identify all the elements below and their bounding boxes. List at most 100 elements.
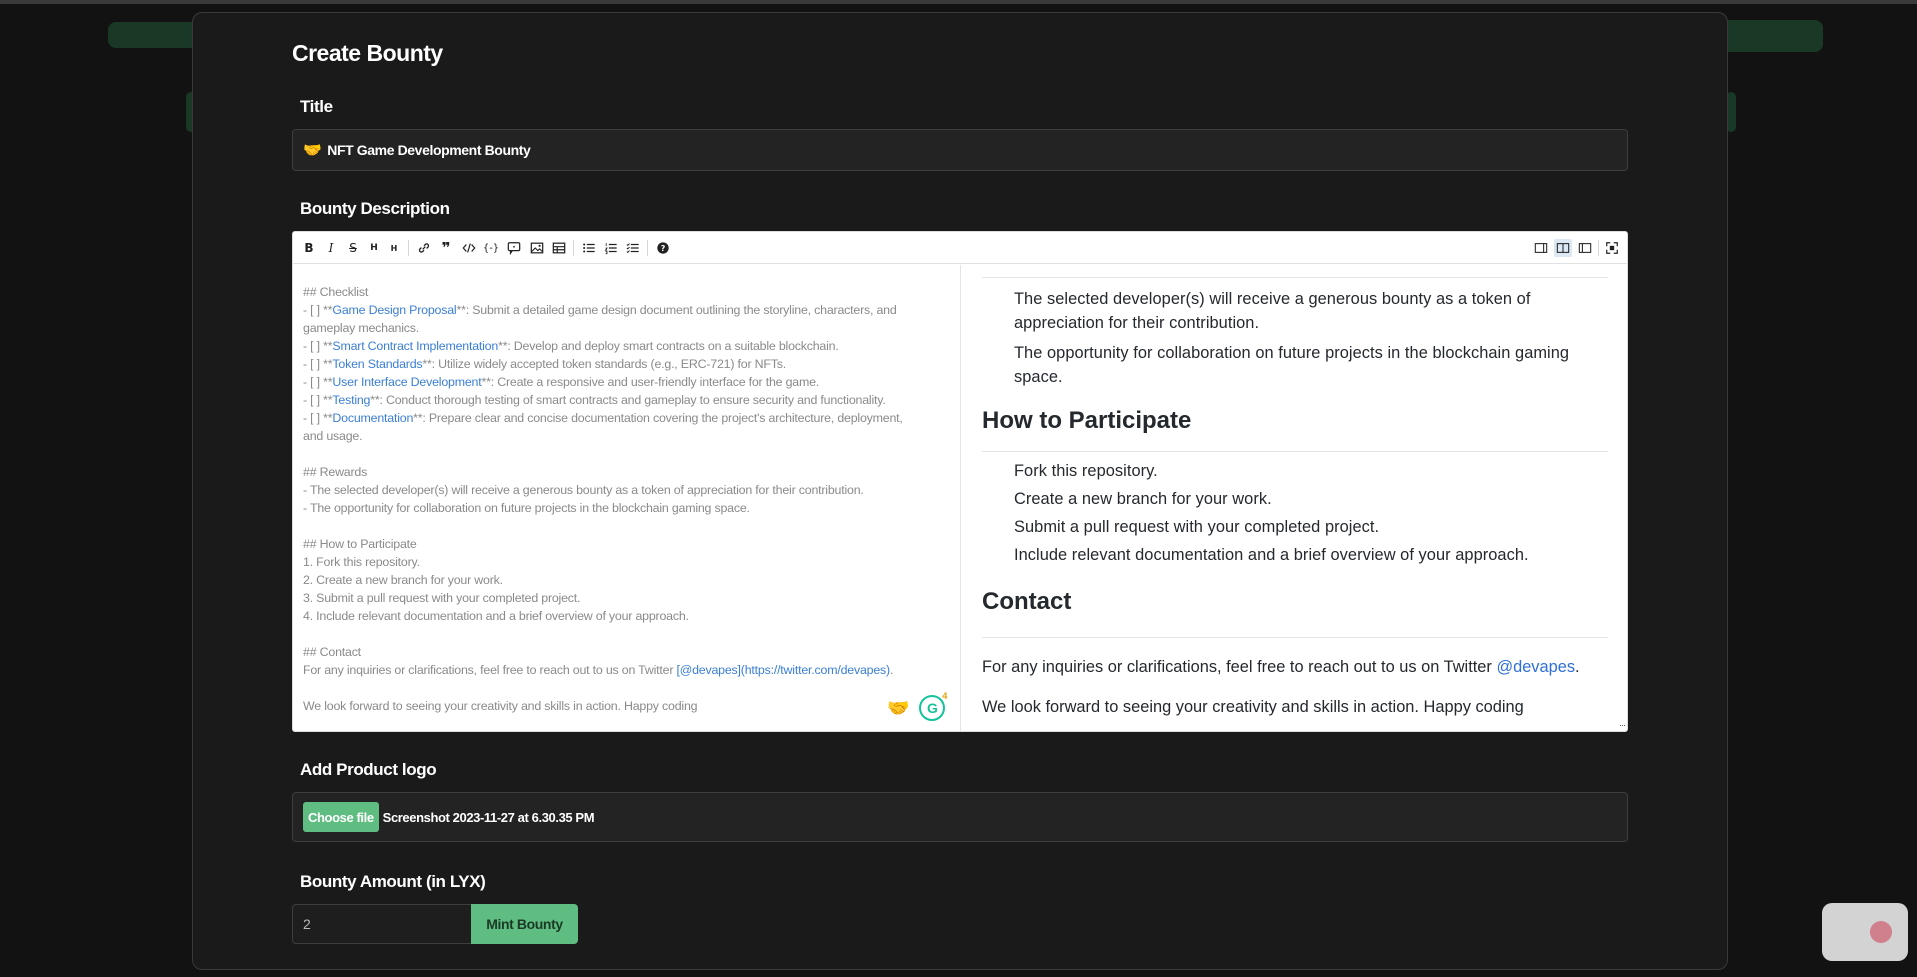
preview-heading-contact: Contact (982, 588, 1072, 615)
markdown-line: 4. Include relevant documentation and a … (303, 607, 950, 625)
preview-heading-how-to-participate: How to Participate (982, 407, 1192, 434)
markdown-text: ## How to Participate (303, 537, 417, 551)
preview-list-item: Fork this repository. (1014, 462, 1158, 480)
markdown-text: - [ ] ** (303, 411, 333, 425)
logo-label: Add Product logo (300, 760, 437, 779)
markdown-text: **: Develop and deploy smart contracts o… (498, 339, 839, 353)
markdown-link-text: [@devapes](https://twitter.com/devapes) (676, 663, 890, 677)
markdown-line: 3. Submit a pull request with your compl… (303, 589, 950, 607)
preview-contact-paragraph: For any inquiries or clarifications, fee… (982, 655, 1580, 679)
preview-contact-text: For any inquiries or clarifications, fee… (982, 658, 1497, 676)
markdown-source-pane[interactable]: ## Checklist - [ ] **Game Design Proposal… (293, 265, 961, 731)
markdown-line: ## Contact (303, 643, 950, 661)
markdown-line (303, 445, 950, 463)
markdown-text: - [ ] ** (303, 339, 333, 353)
link-icon[interactable] (415, 239, 433, 257)
markdown-line: 1. Fork this repository. (303, 553, 950, 571)
grammarly-icon[interactable]: G4 (919, 691, 947, 721)
markdown-text: ## Rewards (303, 465, 368, 479)
backdrop-topbar (0, 0, 1917, 4)
preview-list-item-cont: space. (1014, 368, 1063, 386)
preview-closing-paragraph: We look forward to seeing your creativit… (982, 698, 1524, 716)
backdrop-floating-widget[interactable] (1822, 903, 1908, 961)
markdown-text: ## Contact (303, 645, 361, 659)
markdown-line: 2. Create a new branch for your work. (303, 571, 950, 589)
live-mode-icon[interactable] (1554, 239, 1572, 257)
toolbar-divider (573, 240, 574, 256)
markdown-text: **: Prepare clear and concise documentat… (413, 411, 903, 425)
mint-bounty-button[interactable]: Mint Bounty (471, 904, 578, 944)
widget-dot-icon (1870, 921, 1892, 943)
handshake-emoji-icon[interactable]: 🤝 (887, 698, 909, 719)
image-icon[interactable] (528, 239, 546, 257)
preview-mode-icon[interactable] (1576, 239, 1594, 257)
title-label: Title (300, 97, 333, 116)
markdown-text: 3. Submit a pull request with your compl… (303, 591, 581, 605)
table-icon[interactable] (550, 239, 568, 257)
markdown-line: - The opportunity for collaboration on f… (303, 499, 950, 517)
editor-extension-icons: 🤝 G4 (887, 691, 947, 721)
page-title: Create Bounty (292, 40, 443, 66)
toolbar-divider (408, 240, 409, 256)
editor-toolbar: B I S H H ❞ {-} ? (293, 232, 1627, 264)
markdown-line: - [ ] **User Interface Development**: Cr… (303, 373, 950, 391)
preview-list-item: Submit a pull request with your complete… (1014, 518, 1380, 536)
strikethrough-icon[interactable]: S (344, 239, 362, 257)
preview-list-item: The selected developer(s) will receive a… (1014, 290, 1531, 308)
markdown-text: - [ ] ** (303, 303, 333, 317)
markdown-text: We look forward to seeing your creativit… (303, 699, 698, 713)
markdown-text: **: Conduct thorough testing of smart co… (370, 393, 886, 407)
markdown-line: - [ ] **Smart Contract Implementation**:… (303, 337, 950, 355)
bullet-list-icon[interactable] (580, 239, 598, 257)
toolbar-divider (647, 240, 648, 256)
heading-icon[interactable]: H (365, 239, 383, 257)
preview-heading-rule (982, 637, 1608, 638)
markdown-text: and usage. (303, 429, 363, 443)
code-icon[interactable] (460, 239, 478, 257)
ordered-list-icon[interactable] (602, 239, 620, 257)
resize-handle-icon[interactable]: ··· (1619, 720, 1626, 730)
fullscreen-icon[interactable] (1603, 239, 1621, 257)
markdown-line: - [ ] **Token Standards**: Utilize widel… (303, 355, 950, 373)
grammarly-count-badge: 4 (942, 691, 948, 701)
bounty-amount-input[interactable]: 2 (292, 904, 472, 944)
markdown-line: - [ ] **Game Design Proposal**: Submit a… (303, 301, 950, 319)
italic-icon[interactable]: I (322, 239, 340, 257)
svg-text:?: ? (661, 244, 666, 253)
quote-icon[interactable]: ❞ (437, 239, 455, 257)
markdown-text: 2. Create a new branch for your work. (303, 573, 503, 587)
edit-mode-icon[interactable] (1532, 239, 1550, 257)
preview-divider (982, 277, 1608, 278)
help-icon[interactable]: ? (654, 239, 672, 257)
markdown-text: - The opportunity for collaboration on f… (303, 501, 750, 515)
preview-twitter-link[interactable]: @devapes (1496, 658, 1575, 676)
toolbar-divider (1598, 240, 1599, 256)
markdown-editor[interactable]: B I S H H ❞ {-} ? ## Checklist - [ ] **Ga… (292, 231, 1628, 732)
markdown-link-text: User Interface Development (332, 375, 482, 389)
code-block-icon[interactable]: {-} (482, 239, 500, 257)
markdown-text: - [ ] ** (303, 375, 333, 389)
markdown-line (303, 679, 950, 697)
markdown-link-text: Token Standards (332, 357, 423, 371)
logo-file-input[interactable]: Choose file Screenshot 2023-11-27 at 6.3… (292, 792, 1628, 842)
heading-small-icon[interactable]: H (385, 239, 403, 257)
markdown-line (303, 625, 950, 643)
preview-list-item-cont: appreciation for their contribution. (1014, 314, 1260, 332)
markdown-text: **: Create a responsive and user-friendl… (481, 375, 820, 389)
preview-heading-rule (982, 451, 1608, 452)
selected-file-name: Screenshot 2023-11-27 at 6.30.35 PM (382, 809, 595, 825)
title-input-value: NFT Game Development Bounty (327, 142, 531, 158)
markdown-line (303, 517, 950, 535)
preview-list-item: Include relevant documentation and a bri… (1014, 546, 1529, 564)
preview-list-item: Create a new branch for your work. (1014, 490, 1272, 508)
markdown-line: ## How to Participate (303, 535, 950, 553)
checklist-icon[interactable] (624, 239, 642, 257)
markdown-line: - [ ] **Documentation**: Prepare clear a… (303, 409, 950, 427)
choose-file-button[interactable]: Choose file (303, 802, 379, 832)
title-input[interactable]: 🤝 NFT Game Development Bounty (292, 129, 1628, 171)
markdown-text: For any inquiries or clarifications, fee… (303, 663, 677, 677)
markdown-text: ## Checklist (303, 285, 369, 299)
markdown-link-text: Game Design Proposal (332, 303, 457, 317)
bold-icon[interactable]: B (300, 239, 318, 257)
comment-icon[interactable] (505, 239, 523, 257)
